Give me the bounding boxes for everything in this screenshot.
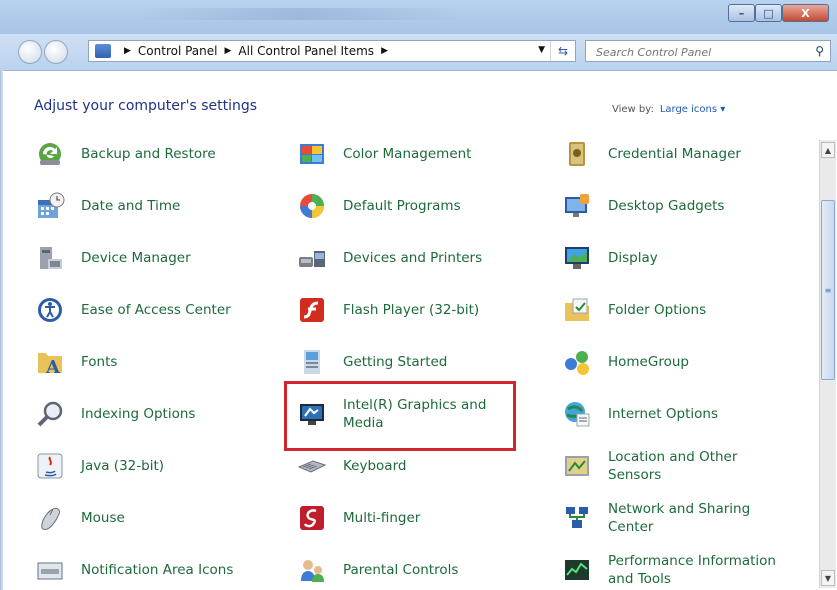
item-folder-options[interactable]: Folder Options: [561, 290, 706, 330]
item-devices-printers[interactable]: Devices and Printers: [296, 238, 482, 278]
refresh-icon[interactable]: ⇆: [550, 41, 575, 61]
view-by-dropdown[interactable]: Large icons ▾: [660, 104, 725, 115]
device-manager-icon: [34, 242, 66, 274]
back-button[interactable]: [18, 40, 42, 64]
title-bar: – □ X: [0, 0, 837, 34]
close-button[interactable]: X: [782, 4, 829, 22]
network-sharing-icon: [561, 502, 593, 534]
navigation-bar: ▶ Control Panel ▶ All Control Panel Item…: [0, 34, 837, 71]
chevron-right-icon[interactable]: ▶: [225, 46, 232, 56]
address-bar[interactable]: ▶ Control Panel ▶ All Control Panel Item…: [88, 40, 576, 62]
item-fonts[interactable]: A Fonts: [34, 342, 117, 382]
scroll-up-arrow-icon[interactable]: ▲: [821, 142, 835, 158]
indexing-options-icon: [34, 398, 66, 430]
control-panel-icon: [95, 44, 111, 58]
item-display[interactable]: Display: [561, 238, 658, 278]
item-flash-player[interactable]: Flash Player (32-bit): [296, 290, 479, 330]
internet-options-icon: [561, 398, 593, 430]
scroll-thumb[interactable]: ≡: [821, 200, 835, 380]
item-color-management[interactable]: Color Management: [296, 134, 471, 174]
java-icon: [34, 450, 66, 482]
title-bar-blur: [130, 8, 470, 20]
search-icon[interactable]: ⚲: [815, 44, 824, 58]
forward-button[interactable]: [44, 40, 68, 64]
multi-finger-icon: [296, 502, 328, 534]
highlight-box: [284, 381, 516, 451]
window-frame-left: [0, 70, 3, 590]
item-default-programs[interactable]: Default Programs: [296, 186, 461, 226]
backup-restore-icon: [34, 138, 66, 170]
search-box[interactable]: ⚲: [585, 40, 831, 63]
item-ease-of-access[interactable]: Ease of Access Center: [34, 290, 231, 330]
item-keyboard[interactable]: Keyboard: [296, 446, 406, 486]
credential-manager-icon: [561, 138, 593, 170]
item-parental-controls[interactable]: Parental Controls: [296, 550, 458, 590]
ease-of-access-icon: [34, 294, 66, 326]
vertical-scrollbar[interactable]: ▲ ≡ ▼: [819, 140, 836, 588]
search-input[interactable]: [594, 42, 798, 63]
item-indexing-options[interactable]: Indexing Options: [34, 394, 195, 434]
color-management-icon: [296, 138, 328, 170]
getting-started-icon: [296, 346, 328, 378]
address-dropdown-icon[interactable]: ▼: [538, 45, 545, 55]
performance-info-icon: [561, 554, 593, 586]
notification-area-icon: [34, 554, 66, 586]
item-multi-finger[interactable]: Multi-finger: [296, 498, 420, 538]
scroll-down-arrow-icon[interactable]: ▼: [821, 570, 835, 586]
breadcrumb-all-items[interactable]: All Control Panel Items: [238, 44, 374, 58]
flash-player-icon: [296, 294, 328, 326]
item-network-sharing[interactable]: Network and Sharing Center: [561, 498, 778, 538]
item-location-sensors[interactable]: Location and Other Sensors: [561, 446, 778, 486]
devices-printers-icon: [296, 242, 328, 274]
chevron-right-icon[interactable]: ▶: [124, 46, 131, 56]
default-programs-icon: [296, 190, 328, 222]
item-mouse[interactable]: Mouse: [34, 498, 125, 538]
svg-text:A: A: [45, 357, 61, 377]
mouse-icon: [34, 502, 66, 534]
item-backup-restore[interactable]: Backup and Restore: [34, 134, 216, 174]
item-performance-info[interactable]: Performance Information and Tools: [561, 550, 798, 590]
folder-options-icon: [561, 294, 593, 326]
view-by: View by: Large icons ▾: [612, 104, 725, 115]
location-sensors-icon: [561, 450, 593, 482]
date-time-icon: [34, 190, 66, 222]
item-credential-manager[interactable]: Credential Manager: [561, 134, 741, 174]
minimize-button[interactable]: –: [728, 4, 755, 22]
item-getting-started[interactable]: Getting Started: [296, 342, 447, 382]
item-device-manager[interactable]: Device Manager: [34, 238, 191, 278]
content-header: Adjust your computer's settings View by:…: [0, 71, 837, 135]
fonts-icon: A: [34, 346, 66, 378]
item-internet-options[interactable]: Internet Options: [561, 394, 718, 434]
page-title: Adjust your computer's settings: [34, 98, 258, 114]
view-by-label: View by:: [612, 104, 654, 115]
item-homegroup[interactable]: HomeGroup: [561, 342, 689, 382]
chevron-right-icon[interactable]: ▶: [381, 46, 388, 56]
item-desktop-gadgets[interactable]: Desktop Gadgets: [561, 186, 724, 226]
breadcrumb-control-panel[interactable]: Control Panel: [138, 44, 218, 58]
homegroup-icon: [561, 346, 593, 378]
item-java[interactable]: Java (32-bit): [34, 446, 164, 486]
keyboard-icon: [296, 450, 328, 482]
item-date-time[interactable]: Date and Time: [34, 186, 180, 226]
desktop-gadgets-icon: [561, 190, 593, 222]
maximize-button[interactable]: □: [755, 4, 782, 22]
parental-controls-icon: [296, 554, 328, 586]
display-icon: [561, 242, 593, 274]
item-notification-area[interactable]: Notification Area Icons: [34, 550, 233, 590]
